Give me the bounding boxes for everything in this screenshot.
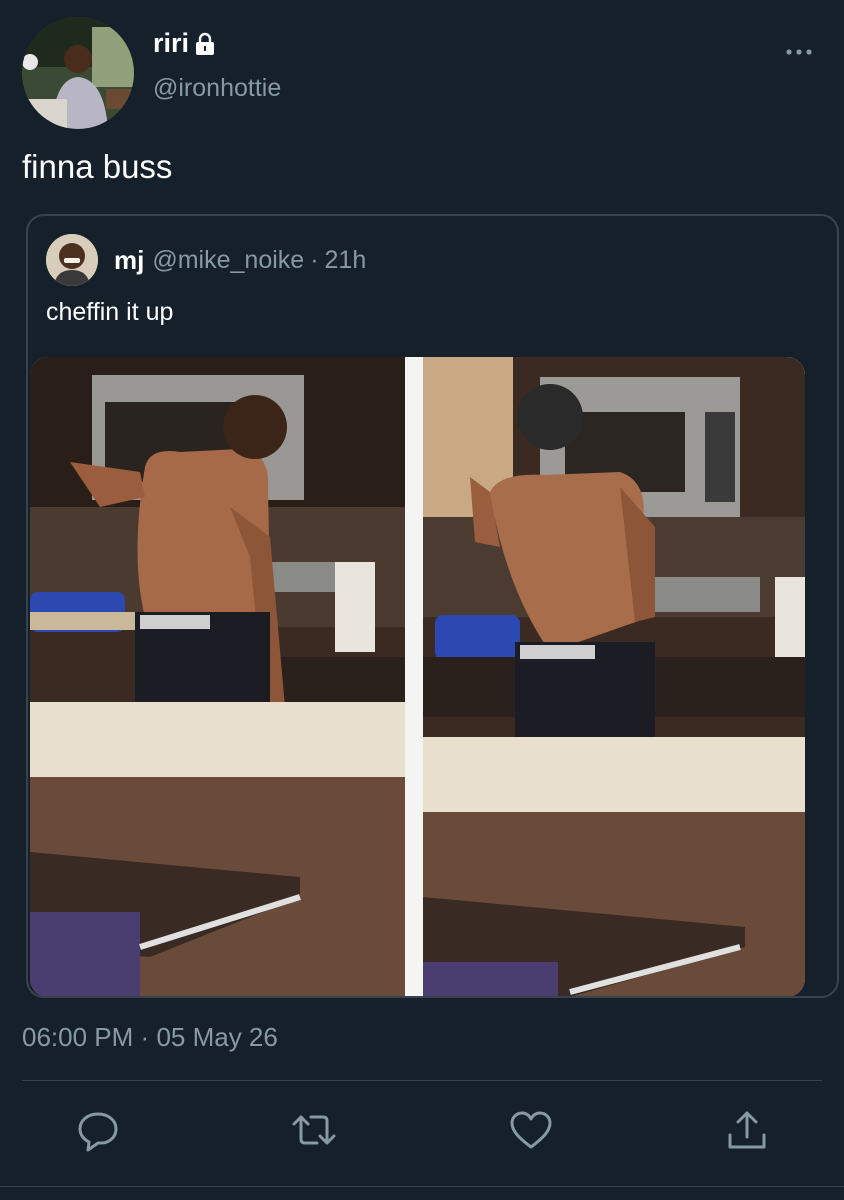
author-avatar[interactable] xyxy=(22,17,134,129)
quoted-text: cheffin it up xyxy=(46,298,174,326)
divider xyxy=(22,1080,822,1081)
author-handle[interactable]: @ironhottie xyxy=(153,74,281,103)
separator-dot: · xyxy=(140,1022,150,1052)
action-bar xyxy=(0,1105,844,1165)
retweet-button[interactable] xyxy=(289,1105,339,1155)
quoted-media[interactable] xyxy=(30,357,805,996)
divider xyxy=(0,1186,844,1187)
date: 05 May 26 xyxy=(156,1022,278,1052)
tweet-detail: riri @ironhottie finna buss mj @mike_noi… xyxy=(0,0,844,1200)
tweet-timestamp[interactable]: 06:00 PM · 05 May 26 xyxy=(22,1022,278,1053)
left-photo xyxy=(30,357,405,996)
avatar-photo xyxy=(22,17,134,129)
quoted-time: 21h xyxy=(324,245,367,274)
tweet-text: finna buss xyxy=(22,148,173,185)
quoted-tweet[interactable]: mj @mike_noike · 21h cheffin it up xyxy=(26,214,839,998)
quoted-author-handle[interactable]: @mike_noike xyxy=(152,246,304,275)
quoted-author-avatar[interactable] xyxy=(46,234,98,286)
more-options-icon[interactable] xyxy=(784,42,814,62)
quoted-avatar-photo xyxy=(46,234,98,286)
time: 06:00 PM xyxy=(22,1022,134,1052)
separator-dot: · xyxy=(310,245,319,274)
right-photo xyxy=(423,357,805,996)
retweet-icon xyxy=(292,1115,336,1145)
heart-icon xyxy=(510,1111,552,1149)
share-button[interactable] xyxy=(722,1105,772,1155)
quoted-author-name[interactable]: mj xyxy=(114,245,144,276)
reply-button[interactable] xyxy=(74,1105,124,1155)
share-icon xyxy=(728,1111,766,1149)
author-name[interactable]: riri xyxy=(153,28,189,59)
like-button[interactable] xyxy=(506,1105,556,1155)
reply-icon xyxy=(78,1112,118,1152)
lock-icon xyxy=(196,32,215,55)
photo-collage-image xyxy=(30,357,805,996)
